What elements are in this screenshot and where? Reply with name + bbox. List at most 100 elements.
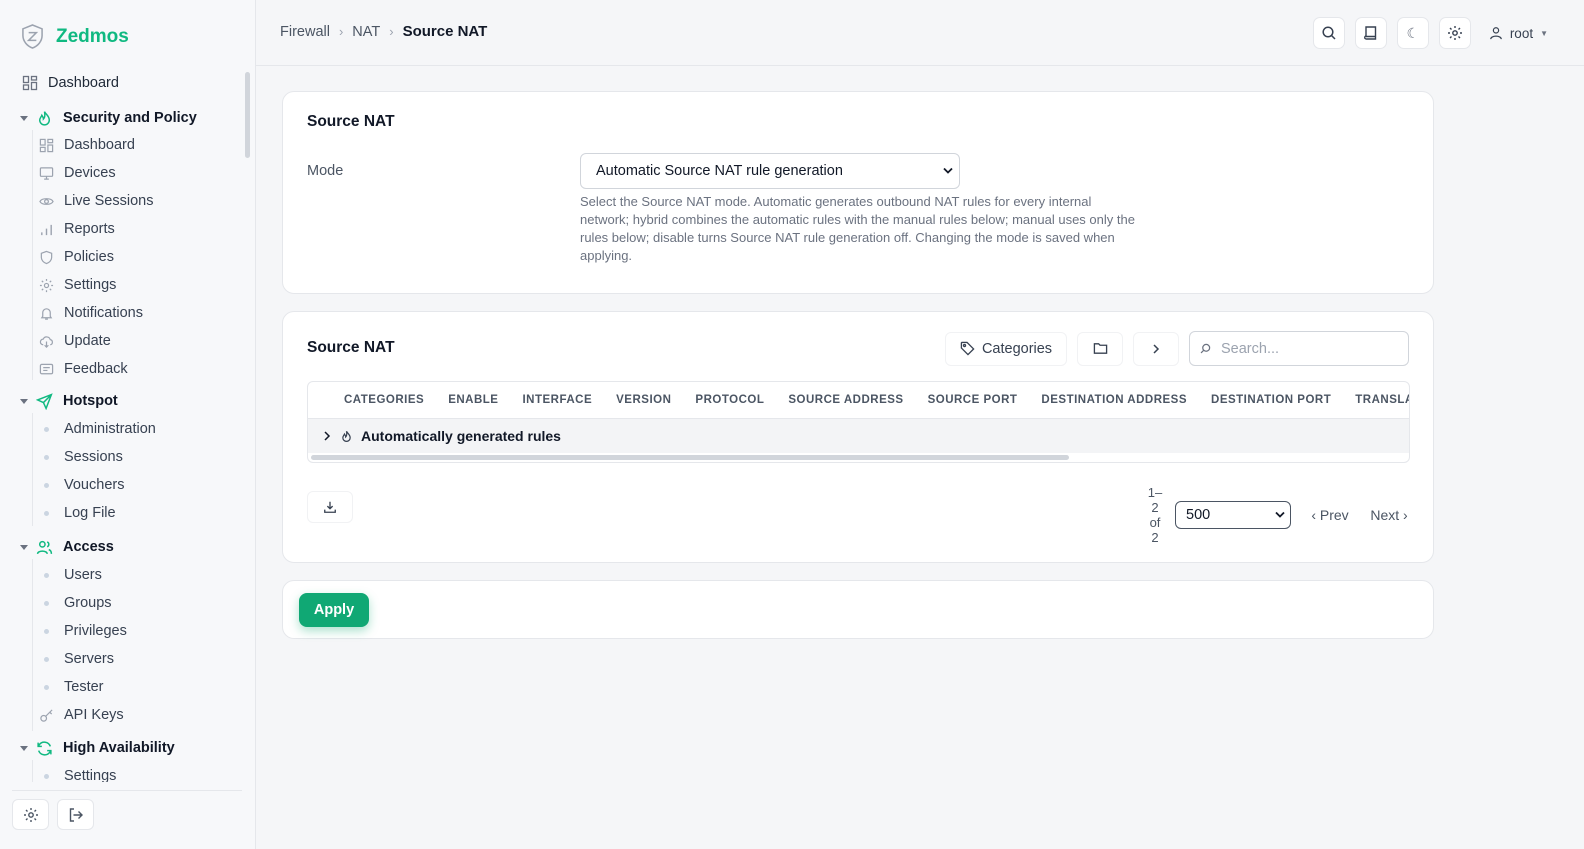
users-icon (36, 539, 53, 556)
docs-button[interactable] (1354, 17, 1387, 49)
col-version[interactable]: Version (616, 394, 671, 406)
caret-down-icon (20, 115, 28, 121)
theme-toggle-button[interactable]: ☾ (1396, 17, 1429, 49)
bullet-icon (44, 656, 49, 662)
caret-down-icon: ▼ (1540, 28, 1548, 38)
sidebar-item-vouchers[interactable]: Vouchers (39, 474, 124, 496)
search-input[interactable]: Search... (1221, 341, 1279, 357)
mode-label: Mode (307, 163, 344, 179)
breadcrumb-firewall[interactable]: Firewall (280, 24, 330, 40)
sidebar-item-tester[interactable]: Tester (39, 676, 104, 698)
brand[interactable]: Zedmos (21, 24, 129, 49)
col-destination-address[interactable]: Destination Address (1041, 394, 1187, 406)
folder-icon (1093, 341, 1108, 356)
key-icon (39, 708, 54, 723)
chevron-right-icon (1151, 343, 1161, 354)
col-translate[interactable]: Translate (1355, 394, 1409, 406)
cloud-download-icon (39, 334, 54, 349)
logout-button[interactable] (57, 799, 94, 830)
sidebar-item-label: Settings (64, 277, 117, 293)
tree-line (32, 130, 33, 380)
categories-button[interactable]: Categories (945, 331, 1067, 366)
section-access[interactable]: Access (20, 536, 114, 558)
sidebar-scrollbar[interactable] (245, 72, 250, 158)
sidebar-item-api-keys[interactable]: API Keys (39, 704, 124, 726)
apply-card: Apply (282, 580, 1434, 639)
sidebar-item-label: Settings (64, 768, 117, 782)
user-menu-button[interactable]: root ▼ (1481, 17, 1556, 49)
card-title: Source NAT (307, 339, 395, 356)
sidebar-item-live-sessions[interactable]: Live Sessions (39, 190, 153, 212)
sidebar-item-label: Policies (64, 249, 114, 265)
col-source-port[interactable]: Source Port (928, 394, 1018, 406)
prev-button[interactable]: ‹ Prev (1301, 493, 1359, 537)
sidebar-item-label: Feedback (64, 361, 128, 377)
section-title: Hotspot (63, 393, 118, 409)
sidebar-item-reports[interactable]: Reports (39, 218, 115, 240)
categories-label: Categories (981, 340, 1053, 357)
chevron-right-icon[interactable] (322, 431, 332, 441)
sidebar-item-dashboard-sp[interactable]: Dashboard (39, 134, 135, 156)
group-row[interactable]: Automatically generated rules (308, 418, 1409, 453)
section-title: Access (63, 539, 114, 555)
pagination: 1–2 of 2 500 ‹ Prev Next › (1145, 485, 1409, 545)
sidebar-item-label: Devices (64, 165, 116, 181)
section-hotspot[interactable]: Hotspot (20, 390, 118, 412)
sidebar-item-devices[interactable]: Devices (39, 162, 116, 184)
next-button[interactable]: Next › (1369, 493, 1409, 537)
sidebar-item-update[interactable]: Update (39, 330, 111, 352)
apply-button[interactable]: Apply (299, 593, 369, 627)
bullet-icon (44, 426, 49, 432)
sidebar-item-label: Groups (64, 595, 112, 611)
sidebar-nav: Dashboard Security and Policy Dashboard … (0, 70, 248, 782)
sidebar-item-dashboard[interactable]: Dashboard (22, 72, 119, 94)
shield-icon (39, 250, 54, 265)
logo-shield-icon (21, 24, 44, 49)
per-page-select[interactable]: 500 (1175, 501, 1291, 529)
sidebar-item-users[interactable]: Users (39, 564, 102, 586)
book-icon (1363, 25, 1379, 41)
bar-chart-icon (39, 222, 54, 237)
mode-help-text: Select the Source NAT mode. Automatic ge… (580, 194, 1135, 263)
refresh-icon (36, 740, 53, 757)
search-box[interactable]: Search... (1189, 331, 1409, 366)
search-icon (1200, 343, 1211, 354)
col-categories[interactable]: Categories (344, 394, 424, 406)
message-icon (39, 362, 54, 377)
breadcrumb-nat[interactable]: NAT (352, 24, 380, 40)
settings-button[interactable] (12, 799, 49, 830)
sidebar-item-sessions[interactable]: Sessions (39, 446, 123, 468)
sidebar-item-label: Users (64, 567, 102, 583)
gear-icon (39, 278, 54, 293)
sidebar-item-servers[interactable]: Servers (39, 648, 114, 670)
sidebar-item-groups[interactable]: Groups (39, 592, 112, 614)
col-enable[interactable]: Enable (448, 394, 498, 406)
col-source-address[interactable]: Source Address (788, 394, 903, 406)
sidebar-item-ha-settings[interactable]: Settings (39, 765, 116, 782)
sidebar-item-privileges[interactable]: Privileges (39, 620, 127, 642)
bullet-icon (44, 773, 49, 779)
mode-select[interactable]: Automatic Source NAT rule generation (580, 153, 960, 189)
sidebar-item-policies[interactable]: Policies (39, 246, 114, 268)
horizontal-scrollbar[interactable] (311, 455, 1069, 460)
section-security-and-policy[interactable]: Security and Policy (20, 107, 197, 129)
sidebar-item-notifications[interactable]: Notifications (39, 302, 143, 324)
preferences-button[interactable] (1438, 17, 1471, 49)
section-high-availability[interactable]: High Availability (20, 737, 175, 759)
grid-icon (39, 138, 54, 153)
sidebar-item-label: Update (64, 333, 111, 349)
col-destination-port[interactable]: Destination Port (1211, 394, 1331, 406)
folder-button[interactable] (1077, 331, 1123, 366)
search-button[interactable] (1312, 17, 1345, 49)
download-button[interactable] (307, 491, 353, 523)
col-protocol[interactable]: Protocol (695, 394, 764, 406)
expand-button[interactable] (1133, 331, 1179, 366)
sidebar-item-label: Sessions (64, 449, 123, 465)
sidebar-item-settings[interactable]: Settings (39, 274, 116, 296)
sidebar-item-administration[interactable]: Administration (39, 418, 156, 440)
tree-line (32, 760, 33, 782)
sidebar-item-log-file[interactable]: Log File (39, 502, 116, 524)
col-interface[interactable]: Interface (522, 394, 592, 406)
chevron-down-icon (1275, 511, 1285, 519)
sidebar-item-feedback[interactable]: Feedback (39, 358, 128, 380)
